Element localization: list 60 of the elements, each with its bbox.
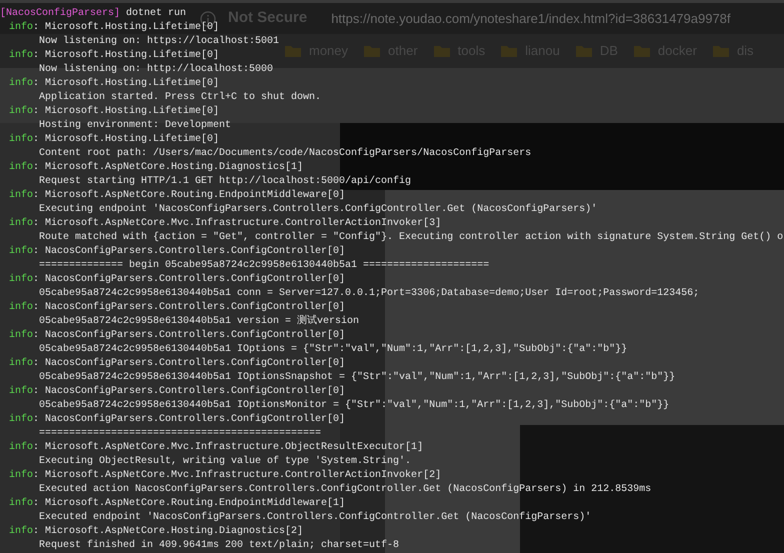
log-level: info [8, 301, 33, 315]
log-level: info [8, 469, 33, 483]
log-message: Executing ObjectResult, writing value of type 'System.String'. [39, 456, 412, 467]
log-source: : Microsoft.AspNetCore.Routing.EndpointMiddleware[1] [33, 497, 346, 511]
log-message: Now listening on: https://localhost:5001 [39, 36, 280, 47]
log-level: info [8, 329, 33, 343]
log-source: : NacosConfigParsers.Controllers.ConfigController[0] [33, 301, 346, 314]
log-source: : Microsoft.AspNetCore.Routing.EndpointMiddleware[0] [33, 189, 346, 203]
log-level: info [8, 357, 33, 371]
log-level: info [8, 77, 33, 91]
log-message: Executed action NacosConfigParsers.Controllers.ConfigController.Get (NacosConfigParsers) in 212.8539ms [39, 484, 652, 495]
log-source: : Microsoft.Hosting.Lifetime[0] [33, 133, 220, 147]
log-message: Hosting environment: Development [39, 120, 232, 131]
log-source: : NacosConfigParsers.Controllers.ConfigController[0] [33, 245, 346, 259]
log-level: info [8, 385, 33, 399]
log-level: info [8, 245, 33, 259]
log-message: Content root path: /Users/mac/Documents/code/NacosConfigParsers/NacosConfigParsers [39, 148, 532, 159]
log-source: : Microsoft.Hosting.Lifetime[0] [33, 105, 220, 119]
log-message: Request finished in 409.9641ms 200 text/plain; charset=utf-8 [39, 540, 400, 551]
log-source: : Microsoft.Hosting.Lifetime[0] [33, 49, 220, 63]
log-level: info [8, 21, 33, 35]
log-level: info [8, 49, 33, 63]
log-source: : Microsoft.AspNetCore.Hosting.Diagnostics[1] [33, 161, 304, 175]
log-message: ============== begin 05cabe95a8724c2c9958e6130440b5a1 ===================== [39, 260, 490, 271]
log-level: info [8, 273, 33, 287]
log-source: : NacosConfigParsers.Controllers.ConfigController[0] [33, 357, 346, 371]
log-source: : NacosConfigParsers.Controllers.ConfigController[0] [33, 385, 346, 399]
log-level: info [8, 525, 33, 539]
log-message: 05cabe95a8724c2c9958e6130440b5a1 conn = Server=127.0.0.1;Port=3306;Database=demo;User Id=root;Password=123456; [39, 288, 700, 299]
log-level: info [8, 161, 33, 175]
url-text: https://note.youdao.com/ynoteshare1/index.html?id=38631479a9978f [331, 10, 731, 28]
log-message: Now listening on: http://localhost:5000 [39, 64, 274, 75]
log-source: : Microsoft.Hosting.Lifetime[0] [33, 77, 220, 91]
prompt-directory: [NacosConfigParsers] [0, 7, 120, 21]
log-message: 05cabe95a8724c2c9958e6130440b5a1 IOptionsMonitor = {"Str":"val","Num":1,"Arr":[1,2,3],"SubObj":{"a":"b"}} [39, 400, 670, 411]
command-text: dotnet run [126, 7, 186, 21]
log-source: : Microsoft.Hosting.Lifetime[0] [33, 21, 220, 35]
log-message: Application started. Press Ctrl+C to shut down. [39, 92, 322, 103]
log-message: Request starting HTTP/1.1 GET http://localhost:5000/api/config [39, 176, 412, 187]
log-level: info [8, 217, 33, 231]
log-level: info [8, 497, 33, 511]
log-message: Route matched with {action = "Get", controller = "Config"}. Executing controller action with signature System.String Get() o [39, 232, 784, 243]
log-level: info [8, 413, 33, 427]
log-message: 05cabe95a8724c2c9958e6130440b5a1 IOptionsSnapshot = {"Str":"val","Num":1,"Arr":[1,2,3],"SubObj":{"a":"b"}} [39, 372, 676, 383]
log-level: info [8, 441, 33, 455]
log-message: Executing endpoint 'NacosConfigParsers.Controllers.ConfigController.Get (NacosConfigParsers)' [39, 204, 598, 215]
log-level: info [8, 133, 33, 147]
log-message: 05cabe95a8724c2c9958e6130440b5a1 IOptions = {"Str":"val","Num":1,"Arr":[1,2,3],"SubObj":{"a":"b"}} [39, 344, 628, 355]
log-message: =============================================== [39, 428, 322, 439]
log-level: info [8, 105, 33, 119]
log-source: : Microsoft.AspNetCore.Hosting.Diagnostics[2] [33, 525, 304, 539]
log-source: : NacosConfigParsers.Controllers.ConfigController[0] [33, 413, 346, 427]
log-source: : Microsoft.AspNetCore.Mvc.Infrastructure.ObjectResultExecutor[1] [33, 441, 424, 455]
log-source: : Microsoft.AspNetCore.Mvc.Infrastructure.ControllerActionInvoker[3] [33, 217, 442, 231]
log-source: : NacosConfigParsers.Controllers.ConfigController[0] [33, 329, 346, 343]
log-source: : NacosConfigParsers.Controllers.ConfigController[0] [33, 273, 346, 287]
log-message: 05cabe95a8724c2c9958e6130440b5a1 version = 测试version [39, 316, 360, 327]
log-message: Executed endpoint 'NacosConfigParsers.Controllers.ConfigController.Get (NacosConfigParsers)' [39, 512, 592, 523]
log-level: info [8, 189, 33, 203]
log-source: : Microsoft.AspNetCore.Mvc.Infrastructure.ControllerActionInvoker[2] [33, 469, 442, 483]
